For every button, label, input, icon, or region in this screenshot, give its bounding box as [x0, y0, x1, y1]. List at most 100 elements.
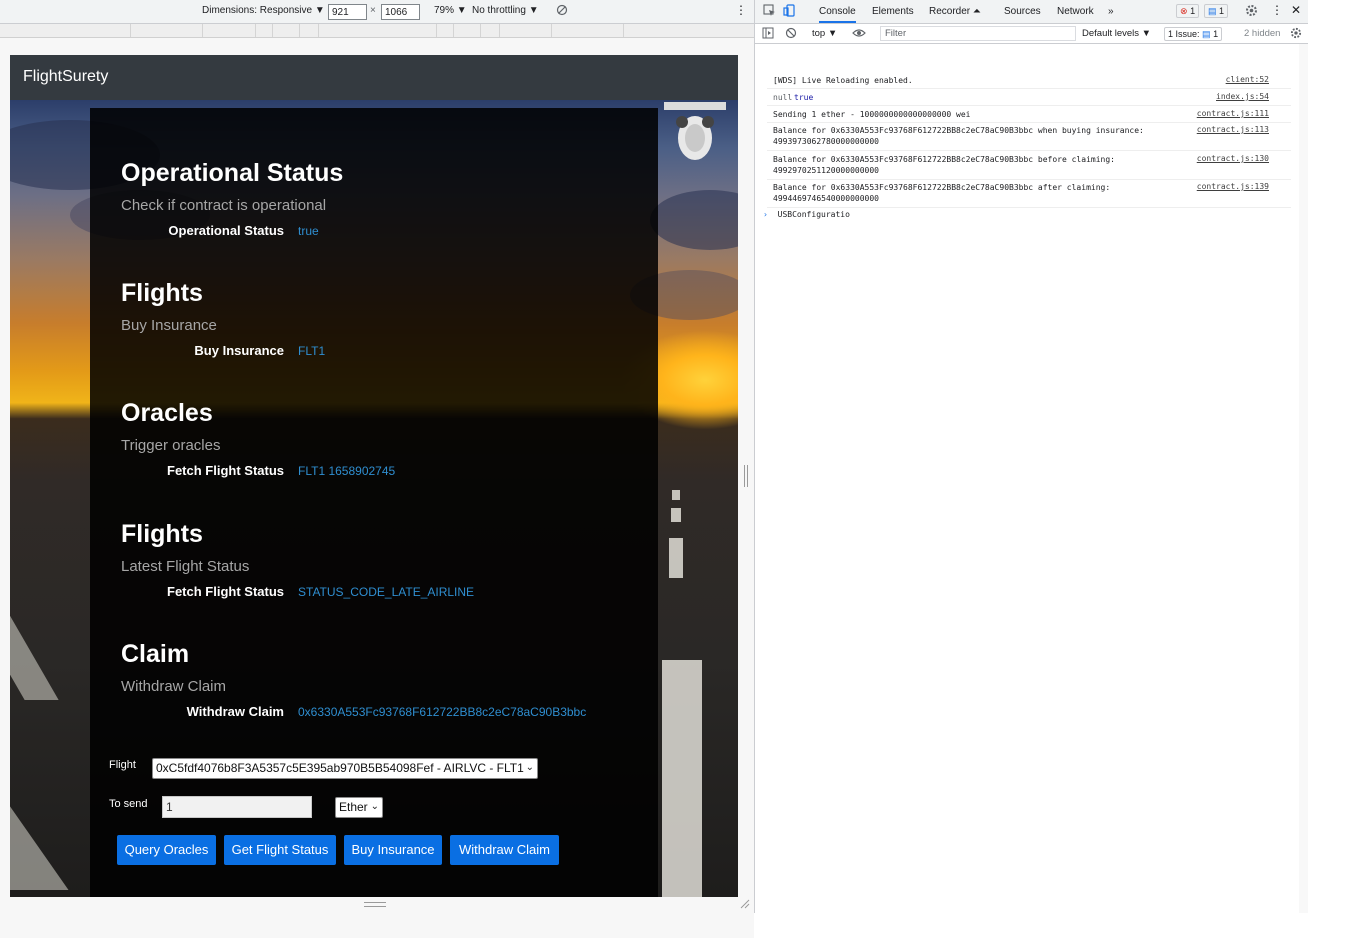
close-devtools-icon[interactable]: ✕	[1291, 3, 1301, 17]
log-text: Balance for 0x6330A553Fc93768F612722BB8c…	[773, 155, 1115, 164]
console-message: Balance for 0x6330A553Fc93768F612722BB8c…	[767, 182, 1291, 208]
dimensions-dropdown[interactable]: Dimensions: Responsive ▼	[202, 5, 325, 16]
section-subtitle: Buy Insurance	[121, 317, 217, 334]
times-sign: ×	[370, 5, 376, 16]
zoom-dropdown[interactable]: 79% ▼	[434, 5, 467, 16]
log-source-link[interactable]: client:52	[1226, 75, 1269, 84]
tab-console[interactable]: Console	[819, 6, 856, 23]
resize-corner-icon[interactable]	[740, 899, 750, 909]
log-source-link[interactable]: contract.js:113	[1197, 125, 1269, 134]
console-message: [WDS] Live Reloading enabled. client:52	[767, 75, 1291, 89]
log-levels-dropdown[interactable]: Default levels ▼	[1082, 28, 1151, 39]
console-input-text: USBConfiguratio	[777, 210, 850, 219]
prompt-chevron-icon: ›	[763, 210, 768, 219]
result-label: Withdraw Claim	[186, 704, 284, 719]
section-subtitle: Latest Flight Status	[121, 558, 250, 575]
console-prompt[interactable]: › USBConfiguratio	[763, 210, 850, 219]
tab-sources[interactable]: Sources	[1004, 6, 1041, 17]
console-message: Sending 1 ether - 1000000000000000000 we…	[767, 109, 1291, 123]
clear-console-icon[interactable]	[785, 27, 797, 42]
log-source-link[interactable]: contract.js:130	[1197, 154, 1269, 163]
flight-select[interactable]: 0xC5fdf4076b8F3A5357c5E395ab970B5B54098F…	[152, 758, 538, 779]
issue-icon: ▤	[1202, 29, 1211, 39]
airplane-image	[664, 102, 726, 160]
section-title: Claim	[121, 640, 190, 668]
withdraw-claim-button[interactable]: Withdraw Claim	[450, 835, 559, 865]
result-value: 0x6330A553Fc93768F612722BB8c2eC78aC90B3b…	[298, 705, 587, 719]
console-output: [WDS] Live Reloading enabled. client:52 …	[755, 44, 1291, 913]
resize-handle-bottom[interactable]	[364, 902, 386, 907]
unit-select[interactable]: Ether ⌄	[335, 797, 383, 818]
log-source-link[interactable]: contract.js:111	[1197, 109, 1269, 118]
result-value: FLT1	[298, 344, 326, 358]
get-flight-status-button[interactable]: Get Flight Status	[224, 835, 336, 865]
chevron-down-icon: ⌄	[370, 801, 379, 812]
log-text-value: 4994469746540000000000	[773, 194, 879, 203]
result-value: STATUS_CODE_LATE_AIRLINE	[298, 585, 475, 599]
hidden-count: 2 hidden	[1244, 28, 1281, 39]
error-count-badge[interactable]: ⊗ 1	[1176, 4, 1200, 18]
query-oracles-button[interactable]: Query Oracles	[117, 835, 216, 865]
to-send-label: To send	[109, 798, 148, 810]
section-subtitle: Check if contract is operational	[121, 197, 327, 214]
tab-network[interactable]: Network	[1057, 6, 1094, 17]
tab-elements[interactable]: Elements	[872, 6, 914, 17]
result-label: Fetch Flight Status	[167, 463, 284, 478]
log-text: Sending 1 ether - 1000000000000000000 we…	[773, 110, 971, 119]
section-subtitle: Trigger oracles	[121, 437, 221, 454]
console-scrollbar[interactable]	[1299, 44, 1308, 913]
section-subtitle: Withdraw Claim	[121, 678, 227, 695]
error-count: 1	[1190, 6, 1196, 16]
section-title: Flights	[121, 279, 203, 307]
console-message: Balance for 0x6330A553Fc93768F612722BB8c…	[767, 125, 1291, 151]
console-message: null true index.js:54	[767, 92, 1291, 106]
unit-select-value: Ether	[339, 800, 368, 814]
sidebar-toggle-icon[interactable]	[762, 27, 774, 42]
console-toolbar: top ▼ Filter Default levels ▼ 1 Issue: ▤…	[755, 24, 1308, 44]
flight-select-value: 0xC5fdf4076b8F3A5357c5E395ab970B5B54098F…	[156, 761, 524, 775]
issues-label: 1 Issue:	[1168, 29, 1200, 39]
log-text: null	[773, 93, 793, 102]
throttling-dropdown[interactable]: No throttling ▼	[472, 5, 539, 16]
viewport-width-input[interactable]	[328, 4, 367, 20]
live-expression-eye-icon[interactable]	[852, 27, 866, 42]
buy-insurance-button[interactable]: Buy Insurance	[344, 835, 442, 865]
amount-input[interactable]: 1	[162, 796, 312, 818]
devtools-tabbar: Console Elements Recorder ⏶ Sources Netw…	[755, 0, 1308, 24]
issues-badge[interactable]: 1 Issue: ▤ 1	[1164, 27, 1223, 41]
log-text: Balance for 0x6330A553Fc93768F612722BB8c…	[773, 126, 1144, 135]
more-options-icon[interactable]: ⋮	[735, 3, 747, 17]
result-label: Operational Status	[168, 223, 284, 238]
customize-menu-icon[interactable]: ⋮	[1271, 3, 1283, 17]
resize-handle-right[interactable]	[744, 465, 748, 487]
context-selector[interactable]: top ▼	[812, 28, 837, 39]
console-filter-input[interactable]: Filter	[880, 26, 1076, 41]
settings-gear-icon[interactable]	[1245, 4, 1258, 20]
issues-count: 1	[1213, 29, 1219, 39]
log-text-value: 4992970251120000000000	[773, 166, 879, 175]
tab-recorder[interactable]: Recorder ⏶	[929, 6, 981, 17]
log-source-link[interactable]: index.js:54	[1216, 92, 1269, 101]
chevron-down-icon: ⌄	[525, 762, 534, 773]
console-message: Balance for 0x6330A553Fc93768F612722BB8c…	[767, 154, 1291, 180]
message-icon: ▤	[1208, 6, 1217, 16]
section-title: Oracles	[121, 399, 213, 427]
media-query-ruler[interactable]	[0, 24, 754, 38]
result-label: Fetch Flight Status	[167, 584, 284, 599]
inspect-element-icon[interactable]	[763, 4, 776, 20]
result-label: Buy Insurance	[194, 343, 284, 358]
section-title: Operational Status	[121, 159, 344, 187]
device-toolbar: Dimensions: Responsive ▼ × 79% ▼ No thro…	[0, 0, 754, 24]
device-toolbar-icon[interactable]	[783, 4, 796, 20]
more-tabs-icon[interactable]: »	[1108, 6, 1114, 17]
viewport-height-input[interactable]	[381, 4, 420, 20]
error-icon: ⊗	[1180, 6, 1188, 16]
navbar-brand[interactable]: FlightSurety	[23, 68, 108, 86]
log-source-link[interactable]: contract.js:139	[1197, 182, 1269, 191]
result-value: true	[298, 224, 319, 238]
log-boolean: true	[794, 93, 814, 102]
rotate-icon[interactable]	[556, 4, 568, 19]
console-settings-gear-icon[interactable]	[1290, 27, 1302, 42]
message-count-badge[interactable]: ▤ 1	[1204, 4, 1229, 18]
message-count: 1	[1219, 6, 1225, 16]
